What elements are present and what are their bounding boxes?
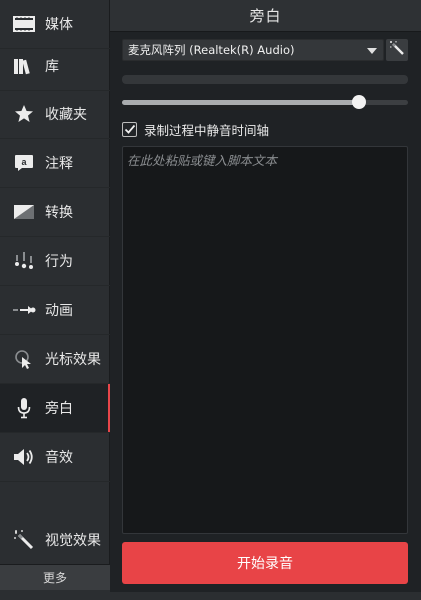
checkmark-icon [124, 124, 135, 134]
animation-icon [12, 298, 36, 322]
sidebar-item-animations[interactable]: 动画 [0, 286, 110, 335]
voice-narration-panel: 旁白 麦克风阵列 (Realtek(R) Audio) 录制过程中静音时间轴 在… [110, 0, 421, 600]
input-volume-slider[interactable] [122, 95, 408, 109]
speaker-icon [12, 445, 36, 469]
cursor-effect-icon [12, 347, 36, 371]
slider-fill [122, 100, 360, 105]
magic-wand-icon [389, 40, 405, 60]
sidebar-item-label: 音效 [45, 450, 73, 466]
microphone-icon [12, 396, 36, 420]
sidebar-item-visual-effects[interactable]: 视觉效果 [0, 515, 110, 564]
sidebar-item-label: 媒体 [45, 17, 73, 33]
star-icon [12, 102, 36, 126]
sidebar-item-label: 库 [45, 59, 59, 75]
start-recording-button[interactable]: 开始录音 [122, 542, 408, 584]
chevron-down-icon [367, 48, 377, 54]
slider-thumb[interactable] [352, 95, 367, 109]
sidebar-item-label: 收藏夹 [45, 107, 87, 123]
sidebar-item-audio-effects[interactable]: 音效 [0, 433, 110, 482]
panel-bottom-strip [110, 592, 421, 600]
sidebar-item-label: 视觉效果 [45, 532, 101, 549]
mute-timeline-checkbox[interactable] [122, 121, 137, 137]
sidebar-item-label: 光标效果 [45, 352, 101, 368]
sidebar-item-transitions[interactable]: 转换 [0, 188, 110, 237]
script-text-input[interactable] [122, 146, 408, 534]
auto-level-button[interactable] [386, 39, 408, 61]
sidebar-bottom-strip [0, 590, 110, 600]
sidebar-item-label: 行为 [45, 254, 73, 270]
sidebar-item-voice-narration[interactable]: 旁白 [0, 384, 111, 433]
sidebar-item-cursor-effects[interactable]: 光标效果 [0, 335, 110, 384]
annotation-icon: a [12, 151, 36, 175]
film-icon [12, 12, 36, 36]
magic-wand-icon [12, 528, 36, 552]
sidebar-item-favorites[interactable]: 收藏夹 [0, 90, 110, 139]
audio-level-meter [122, 75, 408, 84]
panel-header: 旁白 [110, 0, 421, 32]
microphone-device-select[interactable]: 麦克风阵列 (Realtek(R) Audio) [122, 39, 384, 61]
sidebar-item-label: 动画 [45, 303, 73, 319]
sidebar-item-annotations[interactable]: a 注释 [0, 139, 110, 188]
transition-icon [12, 200, 36, 224]
sidebar-item-label: 注释 [45, 156, 73, 172]
checkbox-label: 录制过程中静音时间轴 [144, 122, 270, 138]
more-button[interactable]: 更多 [0, 564, 110, 590]
sidebar-item-label: 转换 [45, 205, 73, 221]
selected-device: 麦克风阵列 (Realtek(R) Audio) [128, 43, 295, 57]
sidebar: 媒体 库 收藏夹 a 注释 转换 行为 动画 光标效果 旁白 音效 视觉效果 更… [0, 0, 111, 600]
sidebar-item-library[interactable]: 库 [0, 42, 110, 91]
behavior-icon [12, 249, 36, 273]
sidebar-item-label: 旁白 [45, 401, 73, 417]
library-icon [12, 54, 36, 78]
mute-timeline-option[interactable]: 录制过程中静音时间轴 [122, 120, 269, 138]
sidebar-item-behaviors[interactable]: 行为 [0, 237, 110, 286]
panel-title: 旁白 [249, 7, 282, 25]
app-root: 媒体 库 收藏夹 a 注释 转换 行为 动画 光标效果 旁白 音效 视觉效果 更… [0, 0, 421, 600]
